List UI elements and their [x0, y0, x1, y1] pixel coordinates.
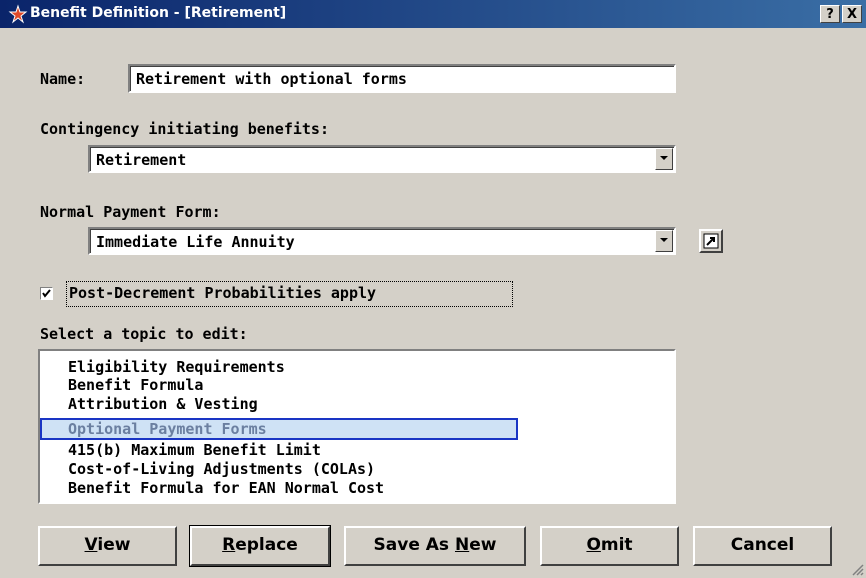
list-item[interactable]: Attribution & Vesting [68, 396, 258, 412]
list-item-selected[interactable]: Optional Payment Forms [68, 421, 267, 437]
post-decrement-checkbox[interactable] [40, 287, 53, 300]
name-field[interactable]: Retirement with optional forms [128, 64, 676, 93]
chevron-down-icon [660, 156, 668, 160]
benefit-definition-dialog: Benefit Definition - [Retirement] ? X Na… [0, 0, 866, 578]
name-field-value: Retirement with optional forms [136, 70, 407, 88]
topics-listbox[interactable]: Eligibility Requirements Benefit Formula… [38, 349, 676, 504]
contingency-value: Retirement [96, 151, 187, 169]
payment-form-dropdown[interactable]: Immediate Life Annuity [88, 227, 676, 255]
list-item[interactable]: Benefit Formula for EAN Normal Cost [68, 480, 384, 496]
help-button[interactable]: ? [820, 5, 840, 23]
close-button[interactable]: X [842, 5, 862, 23]
payment-form-dropdown-button[interactable] [655, 230, 673, 252]
contingency-label: Contingency initiating benefits: [40, 120, 329, 138]
shortcut-arrow-icon [703, 233, 719, 249]
checkmark-icon [42, 289, 51, 298]
cancel-button[interactable]: Cancel [693, 526, 832, 566]
list-item[interactable]: Eligibility Requirements [68, 359, 285, 375]
benefit-app-icon [8, 4, 28, 24]
topics-label: Select a topic to edit: [40, 325, 248, 343]
payment-form-value: Immediate Life Annuity [96, 233, 295, 251]
list-item[interactable]: 415(b) Maximum Benefit Limit [68, 442, 321, 458]
replace-button[interactable]: Replace [189, 525, 331, 567]
window-title: Benefit Definition - [Retirement] [30, 5, 287, 21]
save-as-new-button[interactable]: Save As New [344, 526, 526, 566]
payment-form-detail-button[interactable] [699, 229, 723, 253]
title-bar[interactable]: Benefit Definition - [Retirement] ? X [0, 0, 866, 28]
name-label: Name: [40, 70, 86, 88]
contingency-dropdown-button[interactable] [655, 148, 673, 170]
contingency-dropdown[interactable]: Retirement [88, 145, 676, 173]
list-item[interactable]: Benefit Formula [68, 377, 203, 393]
list-item[interactable]: Cost-of-Living Adjustments (COLAs) [68, 461, 375, 477]
post-decrement-label[interactable]: Post-Decrement Probabilities apply [69, 284, 376, 302]
view-button[interactable]: View [38, 526, 177, 566]
chevron-down-icon [660, 238, 668, 242]
omit-button[interactable]: Omit [540, 526, 679, 566]
resize-grip-icon[interactable] [850, 562, 864, 576]
payment-form-label: Normal Payment Form: [40, 203, 221, 221]
